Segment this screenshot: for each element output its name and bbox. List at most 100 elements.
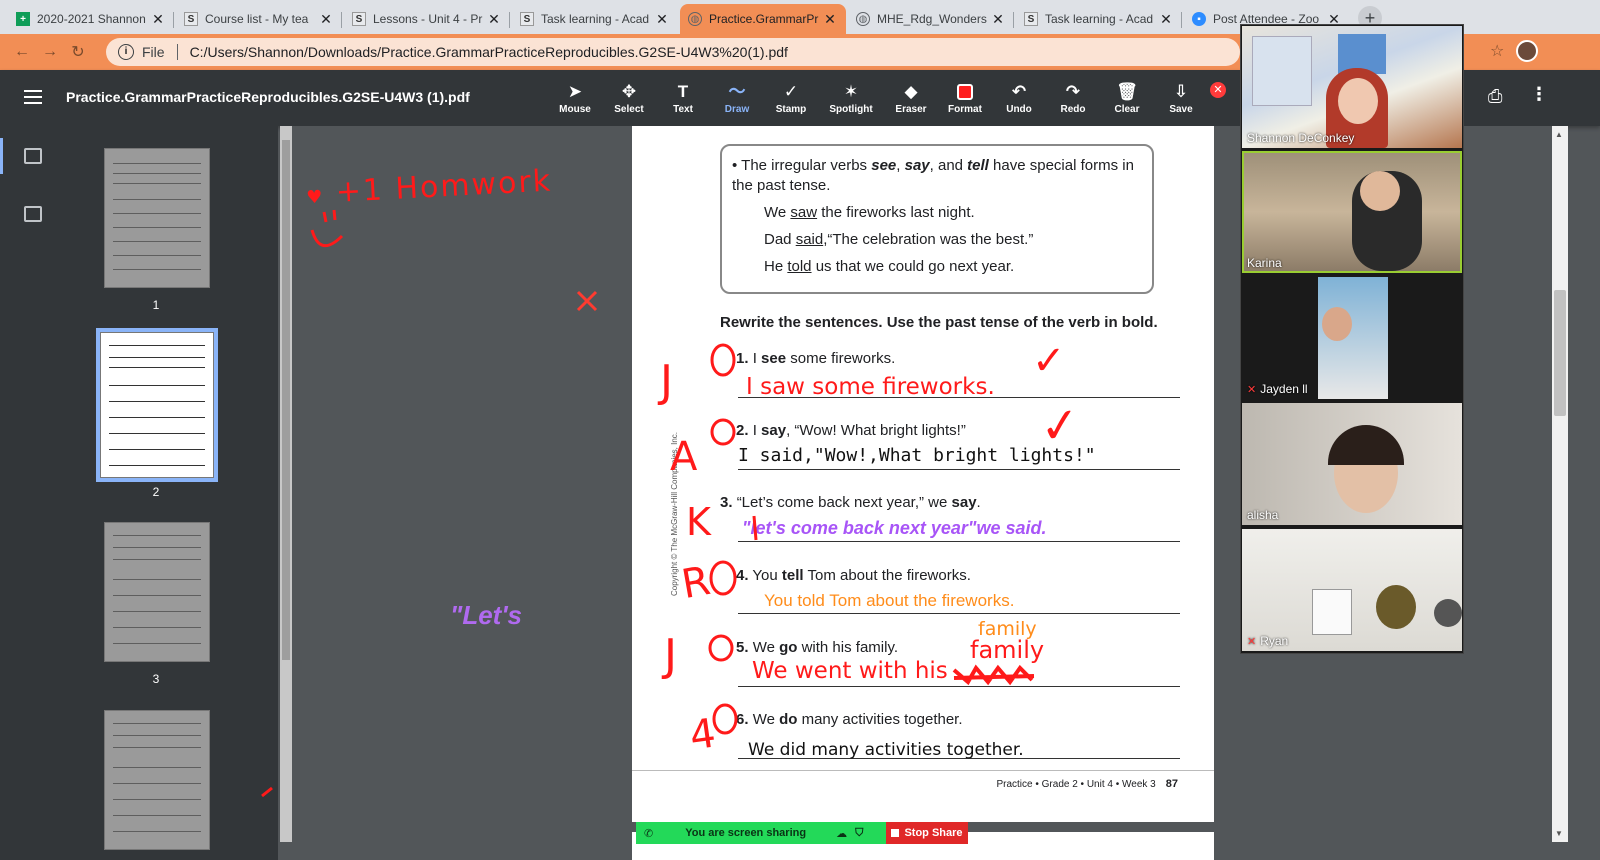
- forward-arrow-icon[interactable]: →: [36, 43, 64, 61]
- star-icon[interactable]: ☆: [1490, 41, 1504, 61]
- tool-format[interactable]: Format: [938, 70, 992, 126]
- participant-name: ✕ Jayden ll: [1247, 382, 1308, 396]
- info-icon[interactable]: i: [118, 44, 134, 60]
- more-options-icon[interactable]: ⋮: [1530, 84, 1548, 105]
- scroll-thumb[interactable]: [1554, 290, 1566, 416]
- question-2: 2. I say, “Wow! What bright lights!”: [736, 422, 966, 439]
- initial-mark: K: [686, 500, 711, 544]
- outline-icon[interactable]: [24, 206, 42, 222]
- checkmark-icon: ✓: [783, 81, 799, 101]
- tab-title: Practice.GrammarPr: [709, 12, 819, 26]
- initial-mark: A: [670, 434, 698, 480]
- scroll-up-icon[interactable]: ▲: [1555, 130, 1563, 139]
- zoom-icon: ▪: [1192, 12, 1206, 26]
- tab-mhe-wonders[interactable]: ◍ MHE_Rdg_Wonders ✕: [848, 4, 1014, 34]
- stop-icon: [891, 829, 900, 837]
- tool-text[interactable]: T Text: [656, 70, 710, 126]
- leaf-decoration: [1376, 585, 1416, 629]
- scribble-out-mark: [952, 664, 1035, 686]
- active-indicator: [0, 138, 3, 174]
- checkmark-icon: ✓: [1037, 398, 1083, 455]
- globe-icon: ◍: [688, 12, 702, 26]
- rule-sep: ,: [896, 157, 905, 174]
- stop-share-button[interactable]: Stop Share: [886, 822, 968, 844]
- tool-label: Select: [614, 103, 644, 115]
- close-icon[interactable]: ✕: [318, 11, 334, 28]
- tool-save[interactable]: ⇩ Save: [1154, 70, 1208, 126]
- page-thumbnail-2[interactable]: [96, 328, 218, 482]
- menu-icon[interactable]: [24, 90, 42, 104]
- schoology-icon: S: [520, 12, 534, 26]
- close-icon[interactable]: ✕: [1158, 11, 1174, 28]
- tool-clear[interactable]: 🗑 Clear: [1100, 70, 1154, 126]
- question-3: 3. “Let’s come back next year,” we say.: [720, 494, 981, 511]
- annotation-lets: "Let's: [450, 600, 522, 630]
- tool-mouse[interactable]: ➤ Mouse: [548, 70, 602, 126]
- close-annotation-icon[interactable]: ✕: [1210, 82, 1226, 98]
- page-thumbnail-4[interactable]: [104, 710, 210, 850]
- page-footer: Practice • Grade 2 • Unit 4 • Week 3 87: [996, 778, 1178, 790]
- tool-label: Stamp: [775, 103, 807, 115]
- rule-text: • The irregular verbs see, say, and tell…: [732, 156, 1142, 196]
- mic-muted-icon: ✕: [1247, 383, 1257, 396]
- page-thumbnail-1[interactable]: [104, 148, 210, 288]
- scroll-down-icon[interactable]: ▼: [1555, 829, 1563, 838]
- avatar[interactable]: [1516, 40, 1539, 62]
- close-icon[interactable]: ✕: [150, 11, 166, 28]
- page-number: 1: [152, 298, 160, 312]
- answer-4: You told Tom about the fireworks.: [764, 591, 1015, 610]
- poster: [1252, 36, 1312, 106]
- tool-eraser[interactable]: ◆ Eraser: [884, 70, 938, 126]
- tab-sheets[interactable]: + 2020-2021 Shannon ✕: [8, 4, 174, 34]
- video-tile[interactable]: alisha: [1242, 403, 1462, 525]
- tool-redo[interactable]: ↷ Redo: [1046, 70, 1100, 126]
- shield-icon: ⛉: [855, 826, 864, 839]
- face: [1338, 78, 1378, 124]
- globe-icon: ◍: [856, 12, 870, 26]
- cursor-icon: ➤: [567, 81, 583, 101]
- thumbnails-icon[interactable]: [24, 148, 42, 164]
- answer-6: We did many activities together.: [748, 740, 1024, 760]
- video-tile[interactable]: ✕ Jayden ll: [1242, 277, 1462, 399]
- cloud-icon: ☁: [836, 827, 848, 840]
- mic-muted-icon: ✕: [1247, 635, 1257, 648]
- footer-text: Practice • Grade 2 • Unit 4 • Week 3: [996, 779, 1156, 790]
- undo-icon: ↶: [1011, 81, 1027, 101]
- tab-title: Task learning - Acad: [1045, 12, 1154, 26]
- tab-lessons[interactable]: S Lessons - Unit 4 - Pr ✕: [344, 4, 510, 34]
- page-scrollbar[interactable]: ▲ ▼: [1552, 126, 1568, 842]
- tool-select[interactable]: ✥ Select: [602, 70, 656, 126]
- scroll-thumb[interactable]: [282, 140, 290, 660]
- question-4: 4. You tell Tom about the fireworks.: [736, 567, 971, 584]
- tool-spotlight[interactable]: ✶ Spotlight: [818, 70, 884, 126]
- video-tile[interactable]: Shannon DeConkey: [1242, 26, 1462, 148]
- tab-title: MHE_Rdg_Wonders: [877, 12, 987, 26]
- reload-icon[interactable]: ↻: [64, 42, 92, 62]
- video-tile[interactable]: Karina: [1242, 151, 1462, 273]
- print-icon[interactable]: ⎙: [1488, 86, 1502, 107]
- close-icon[interactable]: ✕: [654, 11, 670, 28]
- tab-practice-grammar[interactable]: ◍ Practice.GrammarPr ✕: [680, 4, 846, 34]
- answer-line: [738, 541, 1180, 542]
- tab-task-learning-2[interactable]: S Task learning - Acad ✕: [1016, 4, 1182, 34]
- tab-course-list[interactable]: S Course list - My tea ✕: [176, 4, 342, 34]
- back-arrow-icon[interactable]: ←: [8, 43, 36, 61]
- close-icon[interactable]: ✕: [486, 11, 502, 28]
- tool-undo[interactable]: ↶ Undo: [992, 70, 1046, 126]
- sidebar-scrollbar[interactable]: [280, 126, 292, 842]
- share-status-text: You are screen sharing: [685, 827, 807, 839]
- tool-draw[interactable]: 〜 Draw: [710, 70, 764, 126]
- tab-task-learning[interactable]: S Task learning - Acad ✕: [512, 4, 678, 34]
- address-bar[interactable]: i File C:/Users/Shannon/Downloads/Practi…: [106, 38, 1240, 66]
- move-icon: ✥: [621, 81, 637, 101]
- page-number: 3: [152, 672, 160, 686]
- close-icon[interactable]: ✕: [822, 11, 838, 28]
- scheme-label: File: [142, 44, 165, 60]
- initial-mark: J: [664, 630, 677, 681]
- schoology-icon: S: [184, 12, 198, 26]
- video-tile[interactable]: ✕ Ryan: [1242, 529, 1462, 651]
- page-thumbnail-3[interactable]: [104, 522, 210, 662]
- tool-label: Draw: [724, 103, 750, 115]
- tool-stamp[interactable]: ✓ Stamp: [764, 70, 818, 126]
- close-icon[interactable]: ✕: [990, 11, 1006, 28]
